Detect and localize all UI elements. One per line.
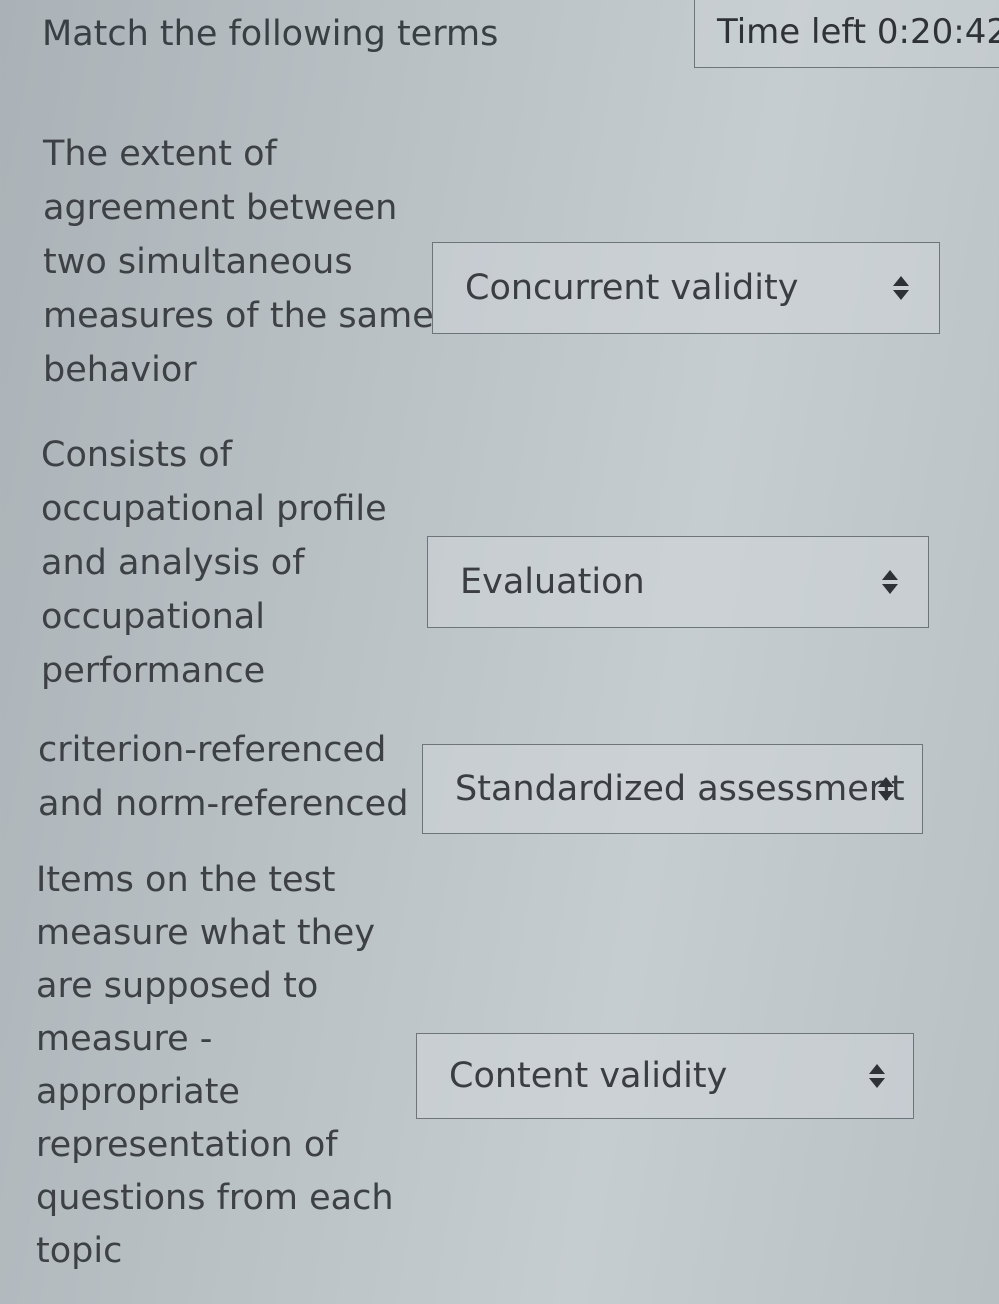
match-select-4[interactable]: Content validity (416, 1033, 914, 1119)
prompt-line: occupational profile (41, 489, 387, 529)
match-select-2[interactable]: Evaluation (427, 536, 929, 628)
prompt-line: and analysis of (41, 543, 305, 583)
prompt-line: are supposed to (36, 966, 319, 1006)
prompt-line: topic (36, 1231, 123, 1271)
match-prompt-4: Items on the test measure what they are … (36, 854, 394, 1278)
sort-arrows-icon (869, 1064, 885, 1088)
sort-arrows-icon (893, 276, 909, 300)
prompt-line: representation of (36, 1125, 338, 1165)
question-title: Match the following terms (42, 14, 499, 54)
sort-arrows-icon (882, 570, 898, 594)
time-left-label: Time left 0:20:42 (717, 12, 999, 52)
prompt-line: behavior (43, 350, 197, 390)
prompt-line: measures of the same (43, 296, 434, 336)
prompt-line: measure what they (36, 913, 376, 953)
prompt-line: measure - (36, 1019, 213, 1059)
prompt-line: appropriate (36, 1072, 240, 1112)
prompt-line: and norm-referenced (38, 784, 409, 824)
match-select-value: Standardized assessment (455, 769, 905, 809)
prompt-line: The extent of (43, 134, 277, 174)
prompt-line: questions from each (36, 1178, 394, 1218)
prompt-line: criterion-referenced (38, 730, 387, 770)
prompt-line: two simultaneous (43, 242, 353, 282)
time-left-box: Time left 0:20:42 (694, 0, 999, 68)
match-prompt-2: Consists of occupational profile and ana… (41, 428, 387, 698)
sort-arrows-icon (878, 777, 894, 801)
match-select-value: Evaluation (460, 562, 645, 602)
prompt-line: performance (41, 651, 266, 691)
prompt-line: Items on the test (36, 860, 336, 900)
match-select-value: Content validity (449, 1056, 728, 1096)
prompt-line: agreement between (43, 188, 398, 228)
prompt-line: Consists of (41, 435, 233, 475)
match-prompt-1: The extent of agreement between two simu… (43, 127, 434, 397)
prompt-line: occupational (41, 597, 265, 637)
match-prompt-3: criterion-referenced and norm-referenced (38, 723, 408, 831)
match-select-value: Concurrent validity (465, 268, 799, 308)
match-select-3[interactable]: Standardized assessment (422, 744, 923, 834)
match-select-1[interactable]: Concurrent validity (432, 242, 940, 334)
